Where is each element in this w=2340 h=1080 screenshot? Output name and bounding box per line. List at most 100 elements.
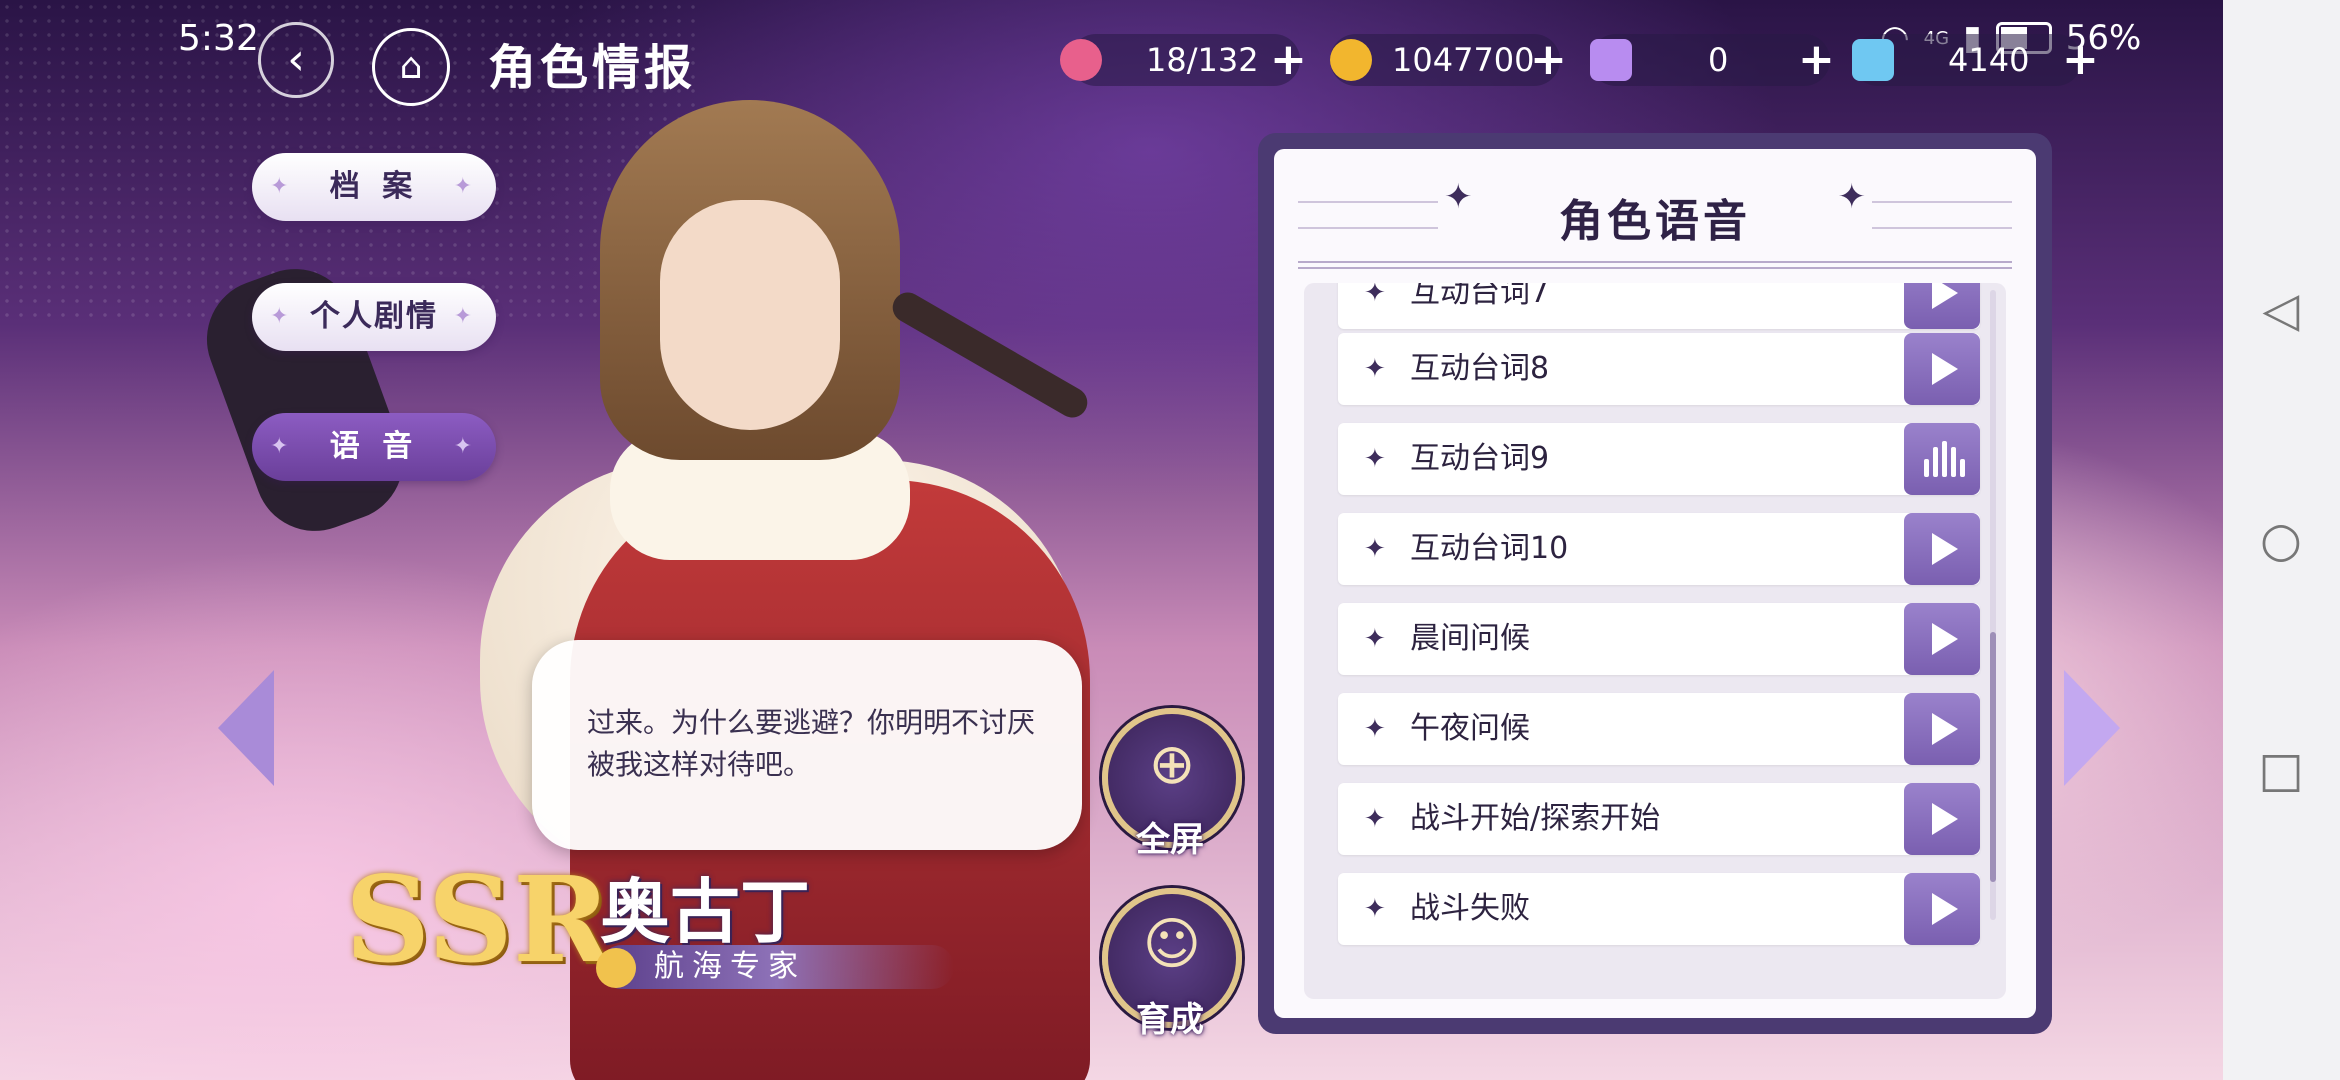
- resource-blue-diamond-value: 4140: [1948, 41, 2030, 79]
- voice-item[interactable]: ✦ 互动台词9: [1338, 423, 1980, 495]
- sparkle-icon: ✦: [1364, 714, 1386, 744]
- tab-voice-label: 语 音: [329, 429, 419, 464]
- tab-voice[interactable]: ✦ 语 音 ✦: [252, 413, 496, 481]
- train-label: 育成: [1136, 1000, 1204, 1040]
- sparkle-icon: ✦: [453, 304, 478, 329]
- fullscreen-label: 全屏: [1136, 820, 1204, 860]
- voice-panel-title: 角色语音: [1559, 196, 1751, 247]
- voice-item[interactable]: ✦ 互动台词8: [1338, 333, 1980, 405]
- play-icon: [1932, 713, 1958, 745]
- voice-item[interactable]: ✦ 战斗失败: [1338, 873, 1980, 945]
- play-icon: [1932, 623, 1958, 655]
- sparkle-icon: ✦: [453, 174, 478, 199]
- voice-item-label: 互动台词10: [1410, 531, 1569, 566]
- dialogue-bubble: 过来。为什么要逃避？你明明不讨厌被我这样对待吧。: [532, 640, 1082, 850]
- sparkle-icon: ✦: [1364, 283, 1386, 308]
- next-character-arrow[interactable]: [2064, 670, 2120, 786]
- voice-item[interactable]: ✦ 晨间问候: [1338, 603, 1980, 675]
- resource-candy-value: 18/132: [1146, 41, 1259, 79]
- scrollbar-thumb[interactable]: [1990, 632, 1996, 882]
- voice-item-label: 晨间问候: [1410, 621, 1530, 656]
- add-rainbow-diamond-button[interactable]: +: [1798, 34, 1835, 86]
- tab-personal-story[interactable]: ✦ 个人剧情 ✦: [252, 283, 496, 351]
- sparkle-icon: ✦: [270, 434, 295, 459]
- voice-item-label: 互动台词7: [1410, 283, 1550, 310]
- tab-profile[interactable]: ✦ 档 案 ✦: [252, 153, 496, 221]
- play-button[interactable]: [1904, 693, 1980, 765]
- add-candy-button[interactable]: +: [1270, 34, 1307, 86]
- background-scene: 5:32 ◠ 4G ▮ 56% ‹ ⌂ 角色情报 18/132 + 104770…: [0, 0, 2223, 1080]
- resource-gold-value: 1047700: [1392, 41, 1535, 79]
- back-button[interactable]: ‹: [258, 22, 334, 98]
- play-button[interactable]: [1904, 603, 1980, 675]
- page-title: 角色情报: [488, 40, 697, 96]
- resource-candy: 18/132 +: [1060, 34, 1307, 86]
- resource-blue-diamond: 4140 +: [1852, 34, 2099, 86]
- train-icon: ☺: [1142, 912, 1202, 977]
- castle-icon: ⌂: [399, 46, 423, 87]
- play-icon: [1932, 533, 1958, 565]
- sparkle-icon: ✦: [1364, 444, 1386, 474]
- sparkle-icon: ✦: [270, 174, 295, 199]
- play-icon: [1932, 353, 1958, 385]
- resource-gold: 1047700 +: [1330, 34, 1567, 86]
- zoom-in-icon: ⊕: [1148, 732, 1196, 797]
- dialogue-text: 过来。为什么要逃避？你明明不讨厌被我这样对待吧。: [587, 706, 1036, 781]
- character-name: 奥古丁: [600, 870, 810, 953]
- character-role: 航海专家: [600, 945, 954, 989]
- character-ribbon: [887, 287, 1093, 423]
- tab-personal-story-label: 个人剧情: [310, 299, 438, 334]
- tab-profile-label: 档 案: [329, 169, 419, 204]
- voice-item[interactable]: ✦ 互动台词7: [1338, 283, 1980, 329]
- nav-back-button[interactable]: ◁: [2253, 282, 2309, 338]
- voice-item-label: 午夜问候: [1410, 711, 1530, 746]
- playing-button[interactable]: [1904, 423, 1980, 495]
- play-icon: [1932, 803, 1958, 835]
- resource-rainbow-diamond: 0 +: [1590, 34, 1835, 86]
- voice-item-label: 战斗开始/探索开始: [1410, 801, 1661, 836]
- rainbow-diamond-icon: [1590, 39, 1632, 81]
- sparkle-icon: ✦: [1364, 534, 1386, 564]
- add-blue-diamond-button[interactable]: +: [2062, 34, 2099, 86]
- voice-item-label: 战斗失败: [1410, 891, 1530, 926]
- play-icon: [1932, 283, 1958, 309]
- voice-item-label: 互动台词9: [1410, 441, 1550, 476]
- previous-character-arrow[interactable]: [218, 670, 274, 786]
- sparkle-icon: ✦: [1364, 894, 1386, 924]
- voice-panel: ✦ ✦ 角色语音 ✦ 互动台词7 ✦ 互动台词8 ✦ 互动台词9 ✦ 互动台词1…: [1258, 133, 2052, 1034]
- gold-coin-icon: [1330, 39, 1372, 81]
- candy-icon: [1060, 39, 1102, 81]
- rarity-badge: SSR: [345, 850, 611, 989]
- play-icon: [1932, 893, 1958, 925]
- add-gold-button[interactable]: +: [1530, 34, 1567, 86]
- play-button[interactable]: [1904, 873, 1980, 945]
- nav-recents-button[interactable]: □: [2253, 742, 2309, 798]
- sparkle-icon: ✦: [453, 434, 478, 459]
- home-button[interactable]: ⌂: [372, 28, 450, 106]
- resource-rainbow-diamond-value: 0: [1708, 41, 1729, 79]
- voice-item[interactable]: ✦ 午夜问候: [1338, 693, 1980, 765]
- back-arrow-icon: ‹: [287, 34, 305, 85]
- sparkle-icon: ✦: [270, 304, 295, 329]
- sparkle-icon: ✦: [1364, 804, 1386, 834]
- sparkle-icon: ✦: [1364, 354, 1386, 384]
- audio-wave-icon: [1924, 441, 1965, 477]
- voice-item[interactable]: ✦ 战斗开始/探索开始: [1338, 783, 1980, 855]
- voice-item-label: 互动台词8: [1410, 351, 1550, 386]
- nav-home-button[interactable]: ○: [2253, 512, 2309, 568]
- play-button[interactable]: [1904, 513, 1980, 585]
- blue-diamond-icon: [1852, 39, 1894, 81]
- play-button[interactable]: [1904, 333, 1980, 405]
- voice-item[interactable]: ✦ 互动台词10: [1338, 513, 1980, 585]
- character-face: [660, 200, 840, 430]
- role-badge-icon: [596, 948, 636, 988]
- voice-panel-inner: ✦ ✦ 角色语音 ✦ 互动台词7 ✦ 互动台词8 ✦ 互动台词9 ✦ 互动台词1…: [1274, 149, 2036, 1018]
- system-navigation-bar: ◁ ○ □: [2223, 0, 2340, 1080]
- title-divider: [1298, 261, 2012, 269]
- status-time: 5:32: [178, 18, 259, 59]
- voice-list-scrollbar[interactable]: [1990, 290, 1996, 920]
- sparkle-icon: ✦: [1364, 624, 1386, 654]
- voice-list[interactable]: ✦ 互动台词7 ✦ 互动台词8 ✦ 互动台词9 ✦ 互动台词10 ✦ 晨间问候 …: [1304, 283, 2006, 999]
- play-button[interactable]: [1904, 783, 1980, 855]
- play-button[interactable]: [1904, 283, 1980, 329]
